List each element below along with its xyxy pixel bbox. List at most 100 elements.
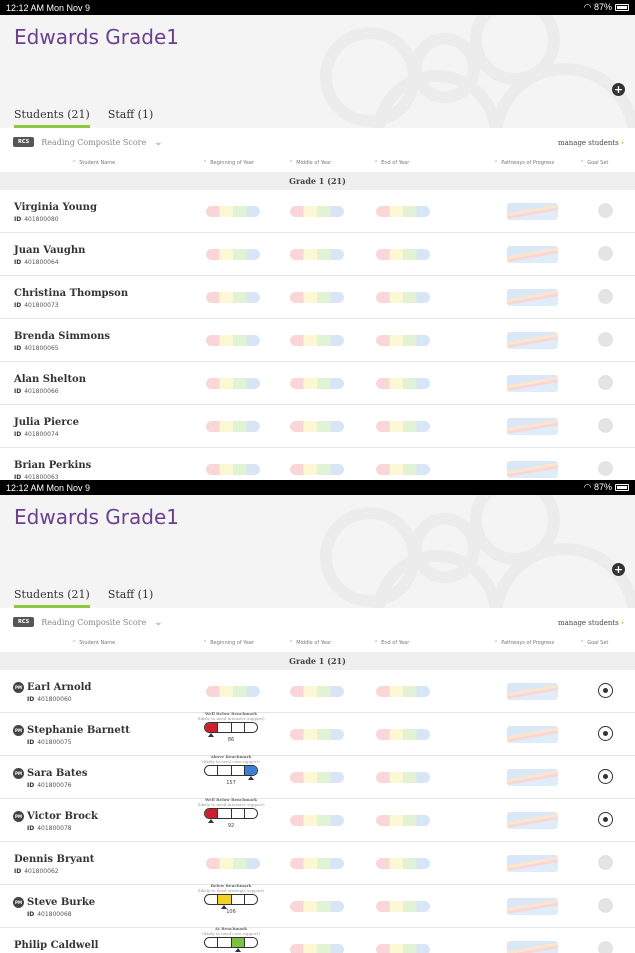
eoy-placeholder[interactable]: [376, 772, 430, 783]
tab-students[interactable]: Students (21): [14, 588, 90, 608]
boy-benchmark[interactable]: Well Below Benchmark (likely to need inte…: [190, 797, 272, 829]
student-name[interactable]: Stephanie Barnett: [27, 725, 130, 736]
boy-placeholder[interactable]: [206, 249, 260, 260]
moy-placeholder[interactable]: [290, 421, 344, 432]
tab-staff[interactable]: Staff (1): [108, 588, 153, 608]
goal-set-indicator[interactable]: [598, 726, 613, 741]
goal-set-indicator[interactable]: [598, 246, 613, 261]
boy-benchmark[interactable]: Well Below Benchmark (likely to need inte…: [190, 711, 272, 743]
eoy-placeholder[interactable]: [376, 901, 430, 912]
tab-staff[interactable]: Staff (1): [108, 108, 153, 128]
chevron-down-icon[interactable]: ⌄: [154, 137, 162, 148]
moy-placeholder[interactable]: [290, 901, 344, 912]
eoy-placeholder[interactable]: [376, 464, 430, 475]
student-row[interactable]: PM Earl Arnold ID 401800060: [0, 670, 635, 713]
student-row[interactable]: PM Steve Burke ID 401800068 Below Benchmark(…: [0, 883, 635, 928]
goal-set-indicator[interactable]: [598, 461, 613, 476]
moy-placeholder[interactable]: [290, 378, 344, 389]
eoy-placeholder[interactable]: [376, 858, 430, 869]
student-row[interactable]: Juan Vaughn ID 401800064: [0, 233, 635, 276]
student-row[interactable]: PM Stephanie Barnett ID 401800075 Well Below…: [0, 711, 635, 756]
eoy-placeholder[interactable]: [376, 292, 430, 303]
eoy-placeholder[interactable]: [376, 335, 430, 346]
pathways-chart[interactable]: [507, 332, 558, 349]
boy-benchmark[interactable]: Above Benchmark (likely to need core supp…: [190, 754, 272, 786]
student-name[interactable]: Earl Arnold: [27, 682, 91, 693]
goal-set-indicator[interactable]: [598, 812, 613, 827]
goal-set-indicator[interactable]: [598, 332, 613, 347]
student-row[interactable]: Brian Perkins ID 401800063: [0, 448, 635, 480]
column-goal-set[interactable]: ⌃ Goal Set: [580, 160, 608, 166]
goal-set-indicator[interactable]: [598, 855, 613, 870]
goal-set-indicator[interactable]: [598, 683, 613, 698]
add-icon[interactable]: +: [612, 83, 625, 96]
goal-set-indicator[interactable]: [598, 898, 613, 913]
column-goal-set[interactable]: ⌃ Goal Set: [580, 640, 608, 646]
student-row[interactable]: Philip CaldwellID401800077At Benchmark(l…: [0, 926, 635, 953]
manage-students-link[interactable]: manage students ›: [558, 618, 624, 627]
goal-set-indicator[interactable]: [598, 418, 613, 433]
measure-select[interactable]: Reading Composite Score: [41, 138, 146, 147]
student-name[interactable]: Steve Burke: [27, 897, 95, 908]
moy-placeholder[interactable]: [290, 335, 344, 346]
eoy-placeholder[interactable]: [376, 378, 430, 389]
student-name[interactable]: Juan Vaughn: [14, 245, 85, 256]
chevron-down-icon[interactable]: ⌄: [154, 617, 162, 628]
student-name[interactable]: Alan Shelton: [14, 374, 86, 385]
tab-students[interactable]: Students (21): [14, 108, 90, 128]
student-row[interactable]: Virginia Young ID 401800080: [0, 190, 635, 233]
pathways-chart[interactable]: [507, 726, 558, 743]
goal-set-indicator[interactable]: [598, 289, 613, 304]
goal-set-indicator[interactable]: [598, 941, 613, 953]
pathways-chart[interactable]: [507, 203, 558, 220]
goal-set-indicator[interactable]: [598, 203, 613, 218]
moy-placeholder[interactable]: [290, 206, 344, 217]
eoy-placeholder[interactable]: [376, 686, 430, 697]
student-row[interactable]: Christina Thompson ID 401800073: [0, 276, 635, 319]
student-row[interactable]: Julia Pierce ID 401800074: [0, 405, 635, 448]
moy-placeholder[interactable]: [290, 772, 344, 783]
column-beginning-of-year[interactable]: ⌃ Beginning of Year: [203, 160, 254, 166]
pathways-chart[interactable]: [507, 941, 558, 953]
manage-students-link[interactable]: manage students ›: [558, 138, 624, 147]
boy-placeholder[interactable]: [206, 421, 260, 432]
boy-benchmark[interactable]: Below Benchmark (likely to need strategic…: [190, 883, 272, 915]
column-student-name[interactable]: ⌃ Student Name: [72, 640, 115, 646]
boy-placeholder[interactable]: [206, 378, 260, 389]
moy-placeholder[interactable]: [290, 858, 344, 869]
pathways-chart[interactable]: [507, 246, 558, 263]
eoy-placeholder[interactable]: [376, 206, 430, 217]
boy-placeholder[interactable]: [206, 206, 260, 217]
boy-benchmark[interactable]: At Benchmark (likely to need core support…: [190, 926, 272, 952]
boy-placeholder[interactable]: [206, 292, 260, 303]
pathways-chart[interactable]: [507, 375, 558, 392]
eoy-placeholder[interactable]: [376, 944, 430, 953]
goal-set-indicator[interactable]: [598, 769, 613, 784]
eoy-placeholder[interactable]: [376, 729, 430, 740]
student-row[interactable]: Dennis Bryant ID 401800062: [0, 842, 635, 885]
column-middle-of-year[interactable]: ⌃ Middle of Year: [289, 160, 331, 166]
pathways-chart[interactable]: [507, 461, 558, 478]
boy-placeholder[interactable]: [206, 858, 260, 869]
student-name[interactable]: Christina Thompson: [14, 288, 128, 299]
boy-placeholder[interactable]: [206, 464, 260, 475]
moy-placeholder[interactable]: [290, 249, 344, 260]
student-name[interactable]: Victor Brock: [27, 811, 98, 822]
student-name[interactable]: Philip Caldwell: [14, 940, 98, 951]
moy-placeholder[interactable]: [290, 815, 344, 826]
eoy-placeholder[interactable]: [376, 249, 430, 260]
add-icon[interactable]: +: [612, 563, 625, 576]
column-pathways-of-progress[interactable]: ⌃ Pathways of Progress: [494, 640, 554, 646]
pathways-chart[interactable]: [507, 769, 558, 786]
student-row[interactable]: PM Sara Bates ID 401800076 Above Benchmark (l…: [0, 754, 635, 799]
pathways-chart[interactable]: [507, 418, 558, 435]
student-name[interactable]: Julia Pierce: [14, 417, 79, 428]
eoy-placeholder[interactable]: [376, 421, 430, 432]
pathways-chart[interactable]: [507, 289, 558, 306]
pathways-chart[interactable]: [507, 855, 558, 872]
student-name[interactable]: Brenda Simmons: [14, 331, 110, 342]
column-beginning-of-year[interactable]: ⌃ Beginning of Year: [203, 640, 254, 646]
column-pathways-of-progress[interactable]: ⌃ Pathways of Progress: [494, 160, 554, 166]
student-name[interactable]: Dennis Bryant: [14, 854, 94, 865]
moy-placeholder[interactable]: [290, 729, 344, 740]
